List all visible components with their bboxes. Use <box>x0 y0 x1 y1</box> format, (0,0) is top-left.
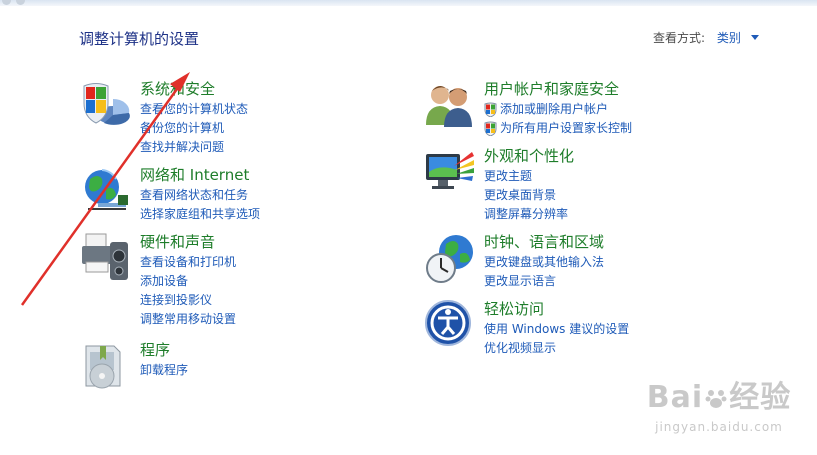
link-connect-projector[interactable]: 连接到投影仪 <box>140 291 236 310</box>
link-mobility-settings[interactable]: 调整常用移动设置 <box>140 310 236 329</box>
printer-speaker-icon[interactable] <box>80 232 132 284</box>
accessibility-icon[interactable] <box>424 299 476 351</box>
link-view-computer-status[interactable]: 查看您的计算机状态 <box>140 100 248 119</box>
link-display-language[interactable]: 更改显示语言 <box>484 272 604 291</box>
category-title[interactable]: 用户帐户和家庭安全 <box>484 79 632 99</box>
category-title[interactable]: 程序 <box>140 340 188 360</box>
link-recommended-settings[interactable]: 使用 Windows 建议的设置 <box>484 320 629 339</box>
chevron-down-icon[interactable] <box>750 35 759 40</box>
window-button-icon <box>2 0 11 5</box>
link-parental-controls[interactable]: 为所有用户设置家长控制 <box>484 119 632 138</box>
link-change-theme[interactable]: 更改主题 <box>484 167 574 186</box>
uac-shield-icon <box>484 121 497 136</box>
shield-pie-icon[interactable] <box>80 79 132 131</box>
paw-icon <box>705 390 727 408</box>
globe-network-icon[interactable] <box>80 165 132 217</box>
program-box-icon[interactable] <box>80 340 132 392</box>
link-find-fix-problems[interactable]: 查找并解决问题 <box>140 138 248 157</box>
link-homegroup-sharing[interactable]: 选择家庭组和共享选项 <box>140 205 260 224</box>
link-desktop-background[interactable]: 更改桌面背景 <box>484 186 574 205</box>
clock-globe-icon[interactable] <box>424 232 476 284</box>
category-title[interactable]: 系统和安全 <box>140 79 248 99</box>
view-by-control: 查看方式: 类别 <box>653 29 759 46</box>
baidu-watermark: Bai 经验 jingyan.baidu.com <box>624 380 814 452</box>
link-add-device[interactable]: 添加设备 <box>140 272 236 291</box>
link-view-network-status[interactable]: 查看网络状态和任务 <box>140 186 260 205</box>
link-add-remove-accounts[interactable]: 添加或删除用户帐户 <box>484 100 632 119</box>
category-title[interactable]: 时钟、语言和区域 <box>484 232 604 252</box>
link-uninstall-program[interactable]: 卸载程序 <box>140 361 188 380</box>
watermark-url: jingyan.baidu.com <box>655 420 783 434</box>
view-by-label: 查看方式: <box>653 31 706 45</box>
category-title[interactable]: 网络和 Internet <box>140 165 260 185</box>
link-backup-computer[interactable]: 备份您的计算机 <box>140 119 248 138</box>
link-screen-resolution[interactable]: 调整屏幕分辨率 <box>484 205 574 224</box>
category-title[interactable]: 轻松访问 <box>484 299 629 319</box>
link-label: 为所有用户设置家长控制 <box>500 121 633 135</box>
category-title[interactable]: 外观和个性化 <box>484 146 574 166</box>
window-button-icon <box>16 0 25 5</box>
window-top-band <box>0 0 817 6</box>
watermark-brand: Bai 经验 <box>646 380 792 415</box>
category-title[interactable]: 硬件和声音 <box>140 232 236 252</box>
page-title: 调整计算机的设置 <box>79 30 200 48</box>
link-change-keyboard[interactable]: 更改键盘或其他输入法 <box>484 253 604 272</box>
monitor-palette-icon[interactable] <box>424 146 476 198</box>
view-by-dropdown[interactable]: 类别 <box>717 31 741 45</box>
link-label: 添加或删除用户帐户 <box>500 102 609 116</box>
uac-shield-icon <box>484 102 497 117</box>
link-devices-printers[interactable]: 查看设备和打印机 <box>140 253 236 272</box>
users-icon[interactable] <box>424 79 476 131</box>
link-optimize-display[interactable]: 优化视频显示 <box>484 339 629 358</box>
